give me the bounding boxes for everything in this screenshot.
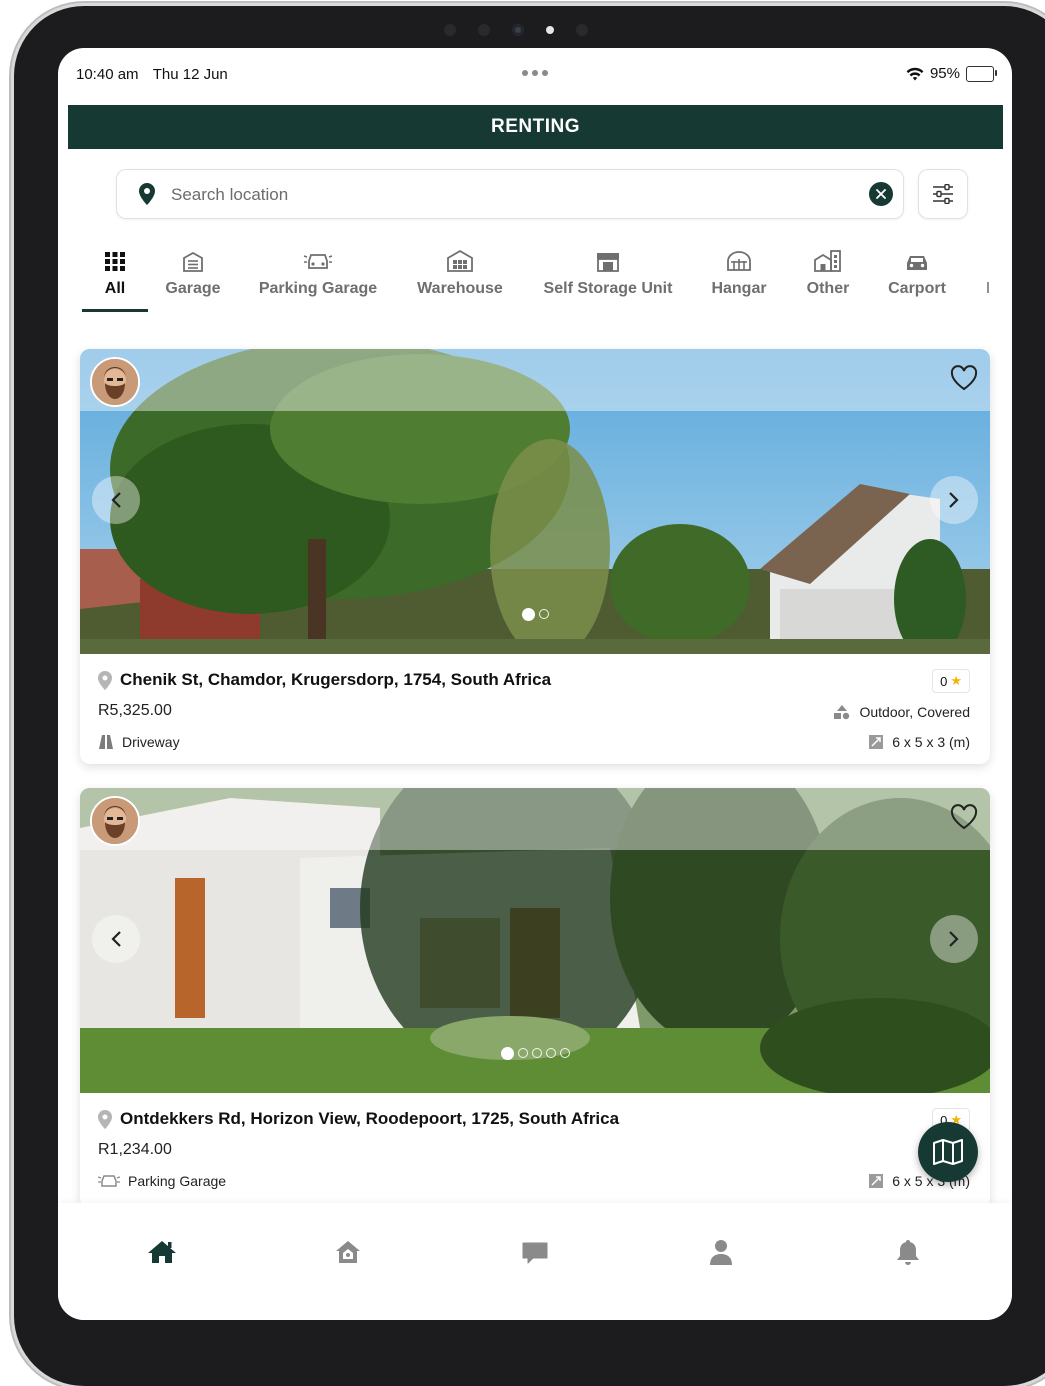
map-icon xyxy=(933,1139,963,1165)
tab-label: Hangar xyxy=(711,280,767,297)
tab-parking-garage[interactable]: Parking Garage xyxy=(256,248,380,298)
home-tab[interactable] xyxy=(142,1235,182,1269)
tab-all[interactable]: All xyxy=(94,248,136,298)
notifications-tab[interactable] xyxy=(888,1235,928,1269)
building-icon xyxy=(814,250,841,272)
tab-warehouse[interactable]: Warehouse xyxy=(414,248,506,298)
property-icon xyxy=(336,1241,360,1263)
category-tabs: All Garage Parking Garage Warehouse Self… xyxy=(58,248,1012,318)
tab-label: Parking Garage xyxy=(258,280,378,297)
grid-icon xyxy=(105,252,125,271)
search-bar xyxy=(116,169,904,219)
parking-garage-icon xyxy=(98,1175,120,1187)
filter-button[interactable] xyxy=(918,169,968,219)
tab-label: Other xyxy=(806,280,850,297)
wifi-icon xyxy=(906,67,924,80)
chevron-right-icon xyxy=(949,931,959,947)
warehouse-icon xyxy=(447,249,473,272)
parking-garage-icon xyxy=(303,254,333,269)
previous-photo-button[interactable] xyxy=(92,915,140,963)
location-pin-icon xyxy=(98,1109,112,1129)
tab-label: All xyxy=(104,280,126,297)
listing-type: Driveway xyxy=(122,734,180,750)
next-photo-button[interactable] xyxy=(930,476,978,524)
dimensions-icon xyxy=(869,735,884,749)
multitasking-dots[interactable] xyxy=(522,70,548,76)
tab-partial[interactable]: I xyxy=(980,280,996,298)
chevron-right-icon xyxy=(949,492,959,508)
messages-tab[interactable] xyxy=(515,1235,555,1269)
listing-photo[interactable] xyxy=(80,788,990,1093)
next-photo-button[interactable] xyxy=(930,915,978,963)
chevron-left-icon xyxy=(111,492,121,508)
listing-photo[interactable] xyxy=(80,349,990,654)
bottom-navigation xyxy=(58,1203,1012,1320)
listing-price: R1,234.00 xyxy=(98,1141,172,1158)
photo-header-overlay xyxy=(80,788,990,850)
tab-label: I xyxy=(985,280,991,297)
tab-self-storage-unit[interactable]: Self Storage Unit xyxy=(538,248,678,298)
search-input[interactable] xyxy=(169,180,853,210)
tab-carport[interactable]: Carport xyxy=(884,248,950,298)
profile-tab[interactable] xyxy=(701,1235,741,1269)
listing-address: Chenik St, Chamdor, Krugersdorp, 1754, S… xyxy=(120,670,552,689)
photo-pagination xyxy=(80,608,990,621)
tab-other[interactable]: Other xyxy=(802,248,854,298)
map-view-button[interactable] xyxy=(918,1122,978,1182)
bell-icon xyxy=(897,1240,919,1265)
tab-hangar[interactable]: Hangar xyxy=(708,248,770,298)
listing-card[interactable]: Ontdekkers Rd, Horizon View, Roodepoort,… xyxy=(80,788,990,1208)
star-icon: ★ xyxy=(950,673,962,688)
photo-header-overlay xyxy=(80,349,990,411)
listing-address: Ontdekkers Rd, Horizon View, Roodepoort,… xyxy=(120,1109,620,1128)
tab-label: Warehouse xyxy=(417,280,503,297)
location-pin-icon xyxy=(98,670,112,690)
app-screen: 10:40 am Thu 12 Jun 95% RENTING Search l… xyxy=(58,48,1012,1320)
sliders-icon xyxy=(933,184,953,204)
status-bar: 10:40 am Thu 12 Jun 95% xyxy=(58,48,1012,100)
status-date: Thu 12 Jun xyxy=(152,66,228,83)
driveway-icon xyxy=(99,735,113,749)
tab-label: Self Storage Unit xyxy=(543,280,673,297)
outdoor-covered-icon xyxy=(834,705,850,720)
home-icon xyxy=(148,1241,176,1263)
chat-icon xyxy=(522,1242,548,1264)
listing-type: Parking Garage xyxy=(128,1173,227,1189)
favorite-heart-icon[interactable] xyxy=(950,365,978,391)
car-icon xyxy=(907,256,927,270)
favorite-heart-icon[interactable] xyxy=(950,804,978,830)
tab-label: Carport xyxy=(888,280,946,297)
previous-photo-button[interactable] xyxy=(92,476,140,524)
battery-percent: 95% xyxy=(929,65,960,82)
listing-price: R5,325.00 xyxy=(98,702,172,719)
status-time: 10:40 am xyxy=(76,66,139,83)
profile-icon xyxy=(710,1240,732,1265)
storage-unit-icon xyxy=(597,253,619,272)
active-tab-indicator xyxy=(82,309,148,312)
hangar-icon xyxy=(727,251,751,271)
dimensions-icon xyxy=(869,1174,884,1188)
listing-dimensions: 6 x 5 x 3 (m) xyxy=(892,734,970,750)
battery-icon xyxy=(966,65,997,82)
photo-pagination xyxy=(80,1047,990,1060)
listings-tab[interactable] xyxy=(328,1235,368,1269)
owner-avatar[interactable] xyxy=(90,357,140,407)
chevron-left-icon xyxy=(111,931,121,947)
rating-badge: 0 ★ xyxy=(932,669,970,693)
listing-card[interactable]: Chenik St, Chamdor, Krugersdorp, 1754, S… xyxy=(80,349,990,764)
owner-avatar[interactable] xyxy=(90,796,140,846)
location-pin-icon xyxy=(139,183,155,205)
front-camera xyxy=(444,24,588,36)
tab-garage[interactable]: Garage xyxy=(162,248,224,298)
page-title: RENTING xyxy=(68,105,1003,149)
listing-features: Outdoor, Covered xyxy=(859,704,970,720)
garage-icon xyxy=(183,251,203,272)
tab-label: Garage xyxy=(165,280,221,297)
clear-search-icon[interactable] xyxy=(869,182,893,206)
rating-value: 0 xyxy=(940,673,948,689)
